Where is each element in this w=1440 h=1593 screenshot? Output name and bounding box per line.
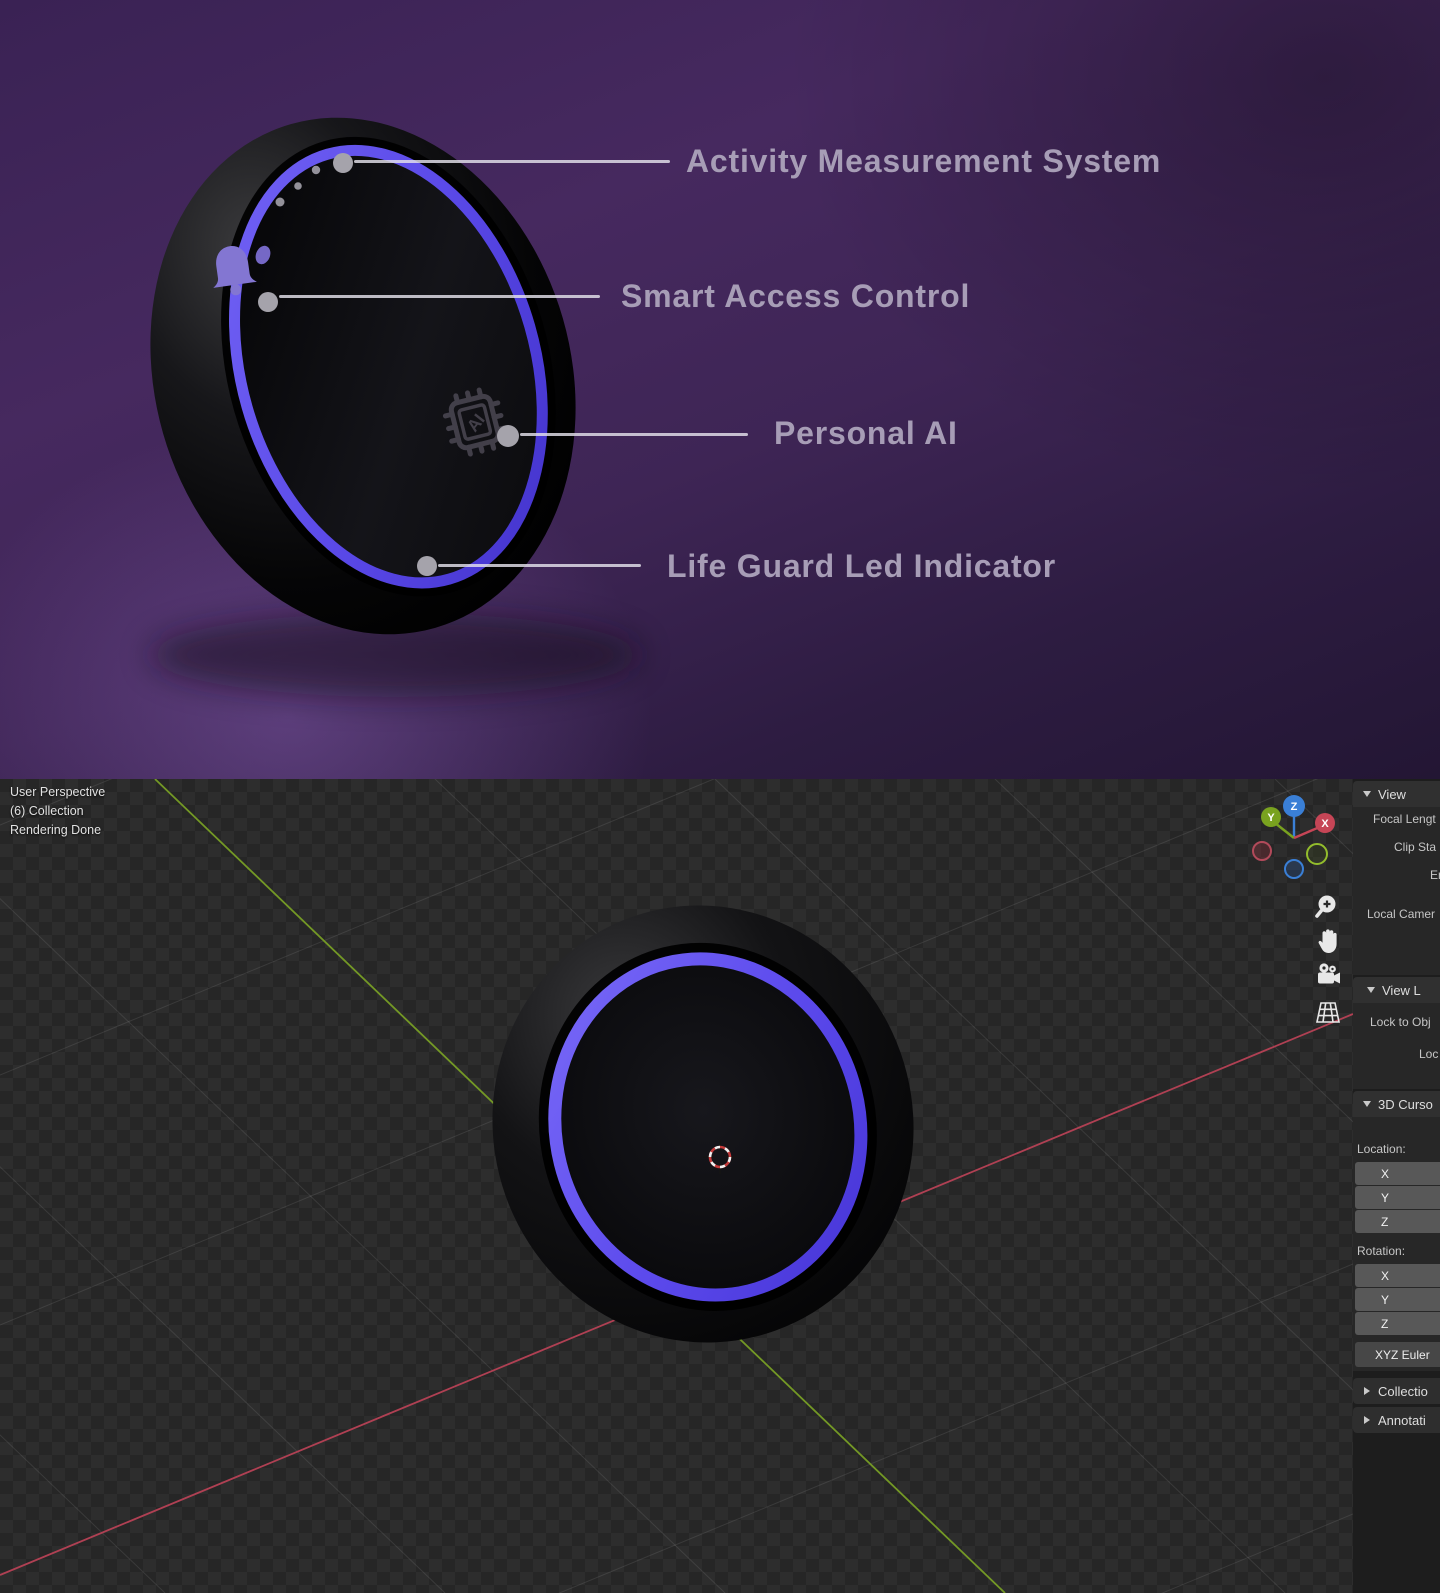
rotation-mode-dropdown[interactable]: XYZ Euler [1355, 1342, 1440, 1367]
properties-sidebar: View Focal Lengt Clip Sta En Local Camer… [1353, 779, 1440, 1593]
collapse-triangle-icon [1367, 987, 1375, 993]
panel-title: Collectio [1378, 1383, 1428, 1399]
viewport-status-overlay: User Perspective (6) Collection Renderin… [10, 783, 105, 840]
view-panel: View Focal Lengt Clip Sta En Local Camer [1353, 781, 1440, 975]
zoom-icon[interactable] [1312, 891, 1344, 923]
panel-title: View L [1382, 982, 1421, 998]
leader-line [438, 564, 641, 567]
cursor-location-z-field[interactable]: Z [1355, 1210, 1440, 1233]
location-label: Location: [1357, 1142, 1406, 1156]
lock-label: Loc [1419, 1047, 1439, 1061]
clip-start-label: Clip Sta [1394, 840, 1437, 854]
callout-label: Activity Measurement System [686, 143, 1162, 179]
screenshot-root: AI Activity Measurement System Smart Acc… [0, 0, 1440, 1593]
cursor-panel-header[interactable]: 3D Curso [1353, 1091, 1440, 1117]
cursor-location-y-field[interactable]: Y [1355, 1186, 1440, 1209]
field-axis-label: Y [1381, 1292, 1390, 1307]
anchor-dot [258, 292, 278, 312]
view-lock-panel-header[interactable]: View L [1353, 977, 1440, 1003]
gizmo-x-label: X [1321, 818, 1329, 830]
lock-to-object-label: Lock to Obj [1370, 1015, 1431, 1029]
leader-line [520, 433, 748, 436]
gizmo-z-label: Z [1291, 801, 1298, 813]
gizmo-y-negative[interactable] [1306, 843, 1328, 865]
status-perspective: User Perspective [10, 785, 106, 799]
gizmo-x-negative[interactable] [1252, 841, 1272, 861]
collapse-triangle-icon [1363, 791, 1371, 797]
pan-hand-icon[interactable] [1312, 925, 1344, 957]
viewport-scene [0, 779, 1353, 1593]
panel-title: Annotati [1378, 1412, 1426, 1428]
grid-icon[interactable] [1312, 997, 1344, 1029]
expand-triangle-icon [1364, 1416, 1370, 1424]
3d-viewport[interactable]: User Perspective (6) Collection Renderin… [0, 779, 1353, 1593]
annotations-panel-header[interactable]: Annotati [1353, 1407, 1440, 1433]
callout-label: Life Guard Led Indicator [667, 548, 1057, 584]
local-camera-label: Local Camer [1367, 907, 1436, 921]
anchor-dot [417, 556, 437, 576]
leader-line [354, 160, 670, 163]
cursor-rotation-y-field[interactable]: Y [1355, 1288, 1440, 1311]
hero-product-render: AI Activity Measurement System Smart Acc… [0, 0, 1440, 779]
cursor-panel: 3D Curso Location: X Y Z Rotation: X Y Z… [1353, 1091, 1440, 1371]
hero-ring-art: AI [150, 117, 640, 697]
clip-end-label: En [1430, 868, 1440, 882]
callout-label: Smart Access Control [621, 278, 971, 314]
collapse-triangle-icon [1363, 1101, 1371, 1107]
collections-panel-header[interactable]: Collectio [1353, 1378, 1440, 1404]
expand-triangle-icon [1364, 1387, 1370, 1395]
focal-length-label: Focal Lengt [1373, 812, 1436, 826]
rotation-mode-value: XYZ Euler [1375, 1347, 1430, 1362]
panel-title: View [1378, 786, 1406, 802]
anchor-dot [333, 153, 353, 173]
rotation-label: Rotation: [1357, 1244, 1406, 1258]
view-lock-panel: View L Lock to Obj Loc [1353, 977, 1440, 1089]
field-axis-label: Z [1381, 1316, 1389, 1331]
field-axis-label: X [1381, 1166, 1390, 1181]
view-panel-header[interactable]: View [1353, 781, 1440, 807]
cursor-rotation-x-field[interactable]: X [1355, 1264, 1440, 1287]
cursor-location-x-field[interactable]: X [1355, 1162, 1440, 1185]
field-axis-label: X [1381, 1268, 1390, 1283]
status-rendering: Rendering Done [10, 823, 102, 837]
callout-label: Personal AI [774, 415, 958, 451]
gizmo-z-negative[interactable] [1284, 859, 1304, 879]
anchor-dot [497, 425, 519, 447]
panel-title: 3D Curso [1378, 1096, 1433, 1112]
field-axis-label: Z [1381, 1214, 1389, 1229]
leader-line [279, 295, 600, 298]
camera-icon[interactable] [1312, 960, 1344, 992]
field-axis-label: Y [1381, 1190, 1390, 1205]
gizmo-y-label: Y [1267, 812, 1275, 824]
cursor-rotation-z-field[interactable]: Z [1355, 1312, 1440, 1335]
status-collection: (6) Collection [10, 804, 84, 818]
navigation-gizmo[interactable]: Z Y X [1234, 779, 1353, 899]
